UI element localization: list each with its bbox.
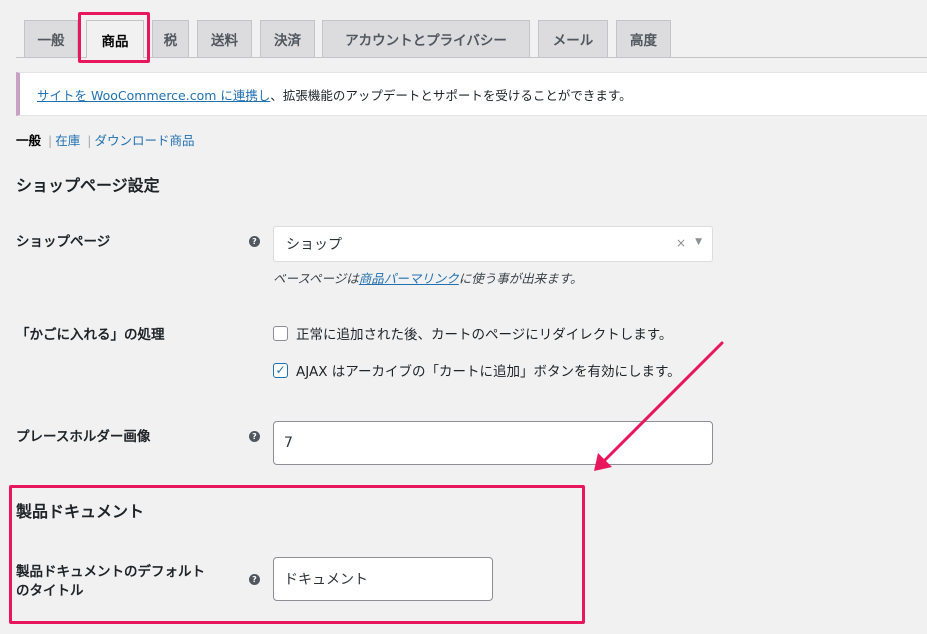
- annotation-arrow: [594, 341, 724, 471]
